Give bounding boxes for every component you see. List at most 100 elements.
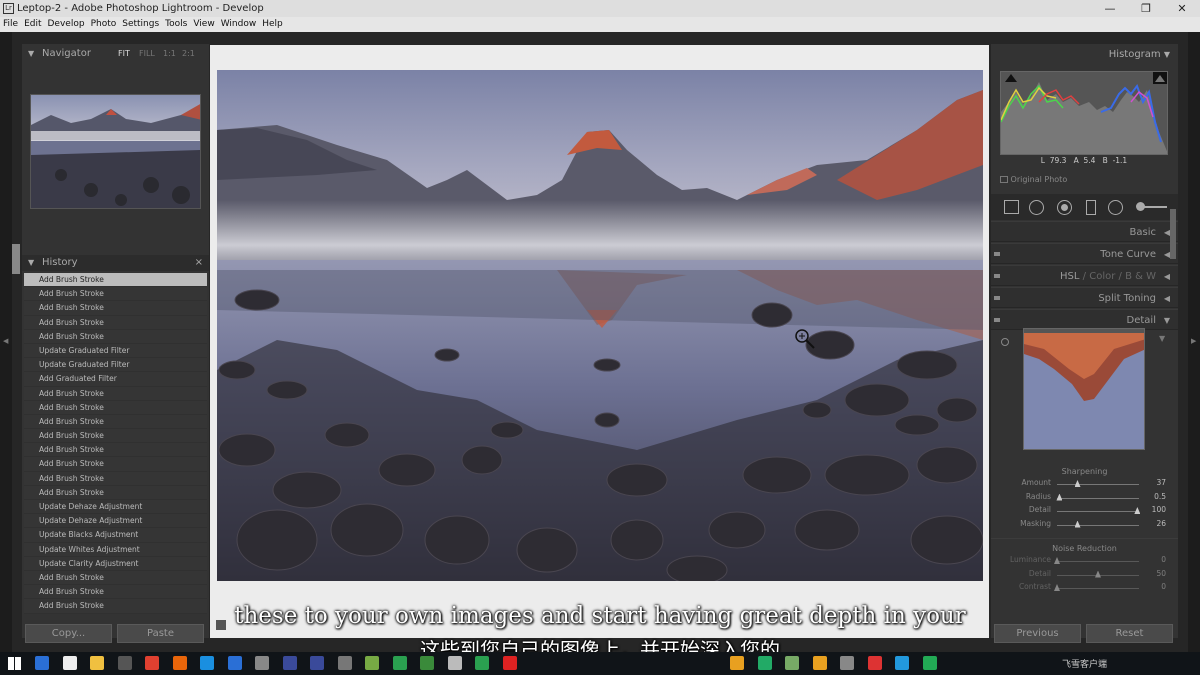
copy-button[interactable]: Copy... bbox=[25, 624, 112, 643]
history-item[interactable]: Update Blacks Adjustment bbox=[24, 528, 207, 543]
history-item[interactable]: Update Graduated Filter bbox=[24, 343, 207, 359]
history-clear-icon[interactable]: × bbox=[195, 255, 203, 271]
histogram-chart[interactable] bbox=[1000, 71, 1168, 155]
menu-tools[interactable]: Tools bbox=[162, 17, 190, 32]
taskbar-app-icon[interactable] bbox=[117, 656, 132, 670]
slider-value[interactable]: 100 bbox=[1152, 505, 1166, 514]
history-item[interactable]: Add Brush Stroke bbox=[24, 570, 207, 586]
taskbar-app-icon[interactable] bbox=[502, 656, 517, 670]
history-header[interactable]: ▼ History × bbox=[22, 255, 209, 271]
slider-value[interactable]: 26 bbox=[1156, 519, 1166, 528]
detail-target-icon[interactable] bbox=[1001, 338, 1009, 346]
menu-develop[interactable]: Develop bbox=[45, 17, 88, 32]
tone-curve-switch[interactable] bbox=[994, 252, 1000, 256]
left-panel-scrollbar[interactable] bbox=[12, 244, 20, 274]
history-item[interactable]: Update Dehaze Adjustment bbox=[24, 514, 207, 529]
taskbar-app-icon[interactable] bbox=[420, 656, 434, 670]
zoom-fill[interactable]: FILL bbox=[139, 46, 155, 62]
menu-view[interactable]: View bbox=[190, 17, 217, 32]
taskbar-app-icon[interactable] bbox=[475, 656, 489, 670]
menu-help[interactable]: Help bbox=[259, 17, 286, 32]
history-item[interactable]: Add Brush Stroke bbox=[24, 471, 207, 486]
left-panel-toggle[interactable]: ◀ bbox=[0, 32, 12, 652]
detail-zoom-preview[interactable] bbox=[1023, 328, 1145, 450]
original-photo-checkbox[interactable] bbox=[1000, 176, 1008, 183]
hsl-switch[interactable] bbox=[994, 274, 1000, 278]
history-item[interactable]: Add Brush Stroke bbox=[24, 273, 207, 288]
history-item[interactable]: Add Graduated Filter bbox=[24, 372, 207, 387]
history-item[interactable]: Add Brush Stroke bbox=[24, 400, 207, 415]
taskbar-app-icon[interactable] bbox=[255, 656, 269, 670]
taskbar-app-icon[interactable] bbox=[785, 656, 799, 670]
slider-value[interactable]: 0.5 bbox=[1154, 492, 1166, 501]
start-button-icon[interactable] bbox=[8, 657, 21, 670]
bw-tab[interactable]: B & W bbox=[1125, 271, 1156, 282]
menu-window[interactable]: Window bbox=[218, 17, 260, 32]
history-item[interactable]: Add Brush Stroke bbox=[24, 329, 207, 344]
maximize-button[interactable]: ❐ bbox=[1128, 0, 1164, 17]
history-item[interactable]: Add Brush Stroke bbox=[24, 485, 207, 500]
zoom-1-1[interactable]: 1:1 bbox=[163, 46, 176, 62]
original-photo-toggle[interactable]: Original Photo bbox=[1000, 175, 1067, 184]
history-item[interactable]: Add Brush Stroke bbox=[24, 414, 207, 430]
detail-switch[interactable] bbox=[994, 318, 1000, 322]
taskbar-app-icon[interactable] bbox=[447, 656, 462, 670]
close-button[interactable]: ✕ bbox=[1164, 0, 1200, 17]
taskbar-app-icon[interactable] bbox=[730, 656, 744, 670]
right-panel-toggle[interactable]: ▶ bbox=[1188, 32, 1200, 652]
slider-value[interactable]: 50 bbox=[1156, 569, 1166, 578]
taskbar-app-icon[interactable] bbox=[172, 656, 187, 670]
color-tab[interactable]: Color bbox=[1089, 271, 1115, 282]
taskbar-app-icon[interactable] bbox=[62, 656, 77, 670]
history-item[interactable]: Add Brush Stroke bbox=[24, 301, 207, 316]
spot-removal-tool-icon[interactable] bbox=[1029, 200, 1044, 215]
slider-track[interactable] bbox=[1057, 497, 1139, 499]
taskbar-app-icon[interactable] bbox=[840, 656, 854, 670]
radial-filter-icon[interactable] bbox=[1108, 200, 1123, 215]
graduated-filter-icon[interactable] bbox=[1086, 200, 1096, 215]
taskbar-app-icon[interactable] bbox=[282, 656, 297, 670]
red-eye-tool-icon[interactable] bbox=[1057, 200, 1072, 215]
history-item[interactable]: Update Clarity Adjustment bbox=[24, 556, 207, 571]
slider-value[interactable]: 0 bbox=[1161, 555, 1166, 564]
taskbar-app-icon[interactable] bbox=[90, 656, 104, 670]
taskbar-app-icon[interactable] bbox=[35, 656, 49, 670]
taskbar-app-icon[interactable] bbox=[812, 656, 827, 670]
minimize-button[interactable]: — bbox=[1092, 0, 1128, 17]
basic-section[interactable]: Basic ◀ bbox=[991, 221, 1178, 242]
history-item[interactable]: Add Brush Stroke bbox=[24, 457, 207, 472]
slider-track[interactable] bbox=[1057, 484, 1139, 485]
history-item[interactable]: Add Brush Stroke bbox=[24, 429, 207, 444]
detail-warning-icon[interactable]: ▼ bbox=[1159, 334, 1165, 343]
tone-curve-section[interactable]: Tone Curve ◀ bbox=[991, 243, 1178, 264]
right-panel-scrollbar[interactable] bbox=[1170, 209, 1176, 259]
zoom-2-1[interactable]: 2:1 bbox=[182, 46, 195, 62]
history-item[interactable]: Add Brush Stroke bbox=[24, 585, 207, 600]
history-item[interactable]: Add Brush Stroke bbox=[24, 386, 207, 401]
taskbar-app-icon[interactable] bbox=[337, 656, 352, 670]
hsl-section[interactable]: HSL / Color / B & W ◀ bbox=[991, 265, 1178, 286]
menu-edit[interactable]: Edit bbox=[21, 17, 44, 32]
taskbar-app-icon[interactable] bbox=[867, 656, 882, 670]
slider-track[interactable] bbox=[1057, 588, 1139, 589]
split-toning-switch[interactable] bbox=[994, 296, 1000, 300]
split-toning-section[interactable]: Split Toning ◀ bbox=[991, 287, 1178, 308]
history-item[interactable]: Add Brush Stroke bbox=[24, 287, 207, 302]
slider-track[interactable] bbox=[1057, 524, 1139, 526]
taskbar-app-icon[interactable] bbox=[922, 656, 937, 670]
history-item[interactable]: Add Brush Stroke bbox=[24, 443, 207, 458]
taskbar-app-icon[interactable] bbox=[145, 656, 159, 670]
menu-photo[interactable]: Photo bbox=[88, 17, 120, 32]
history-item[interactable]: Update Graduated Filter bbox=[24, 358, 207, 373]
hsl-tab[interactable]: HSL bbox=[1060, 271, 1079, 282]
taskbar-app-icon[interactable] bbox=[310, 656, 324, 670]
taskbar-app-icon[interactable] bbox=[392, 656, 407, 670]
taskbar-app-icon[interactable] bbox=[895, 656, 909, 670]
navigator-header[interactable]: ▼ Navigator FIT FILL 1:1 2:1 bbox=[22, 46, 209, 62]
zoom-fit[interactable]: FIT bbox=[118, 46, 130, 62]
slider-value[interactable]: 0 bbox=[1161, 582, 1166, 591]
slider-track[interactable] bbox=[1057, 561, 1139, 562]
histogram-title[interactable]: Histogram ▼ bbox=[1109, 49, 1170, 60]
crop-tool-icon[interactable] bbox=[1004, 200, 1019, 214]
main-photo[interactable] bbox=[217, 70, 983, 581]
